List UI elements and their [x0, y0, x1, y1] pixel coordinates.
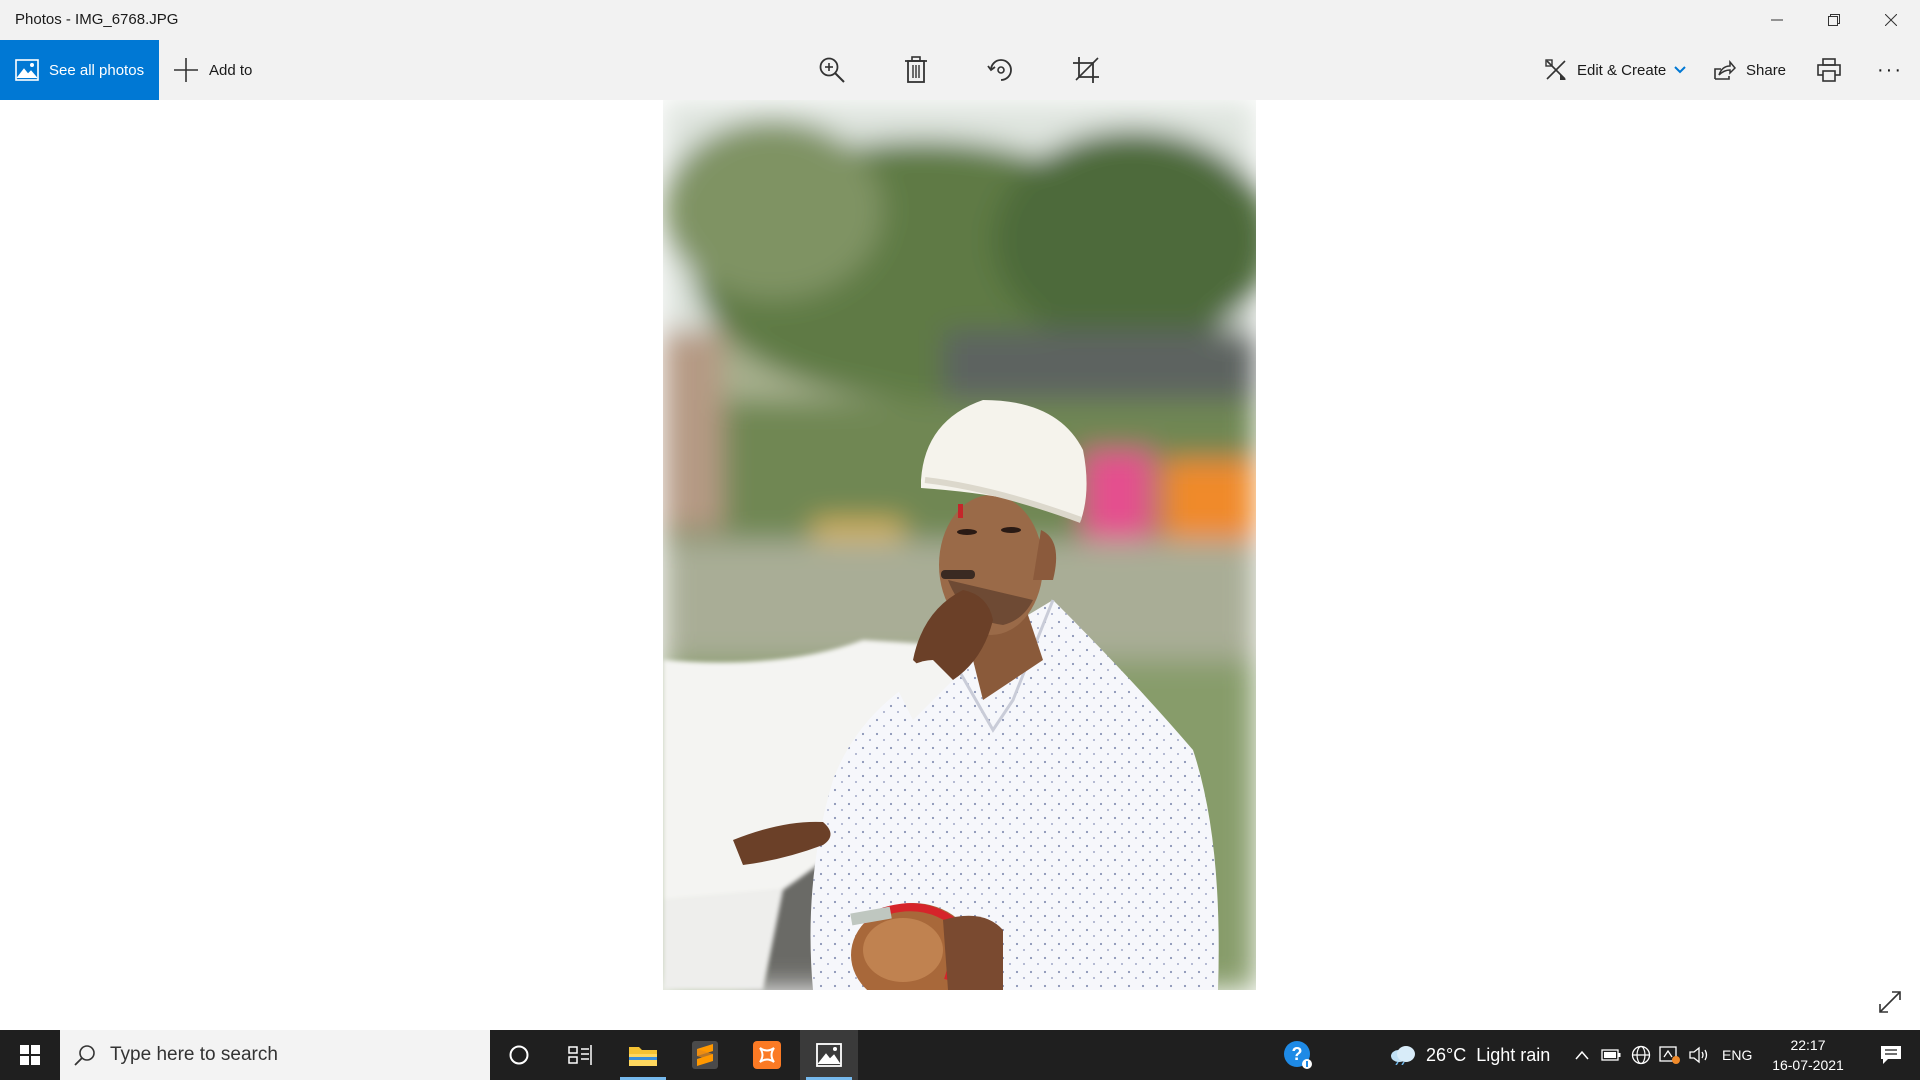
file-explorer-button[interactable]: [614, 1030, 672, 1080]
photos-icon: [15, 59, 39, 81]
restore-button[interactable]: [1805, 0, 1863, 40]
weather-text: 26°C Light rain: [1426, 1044, 1551, 1065]
start-button[interactable]: [0, 1030, 60, 1080]
print-icon: [1817, 58, 1841, 82]
rotate-button[interactable]: [979, 50, 1023, 90]
edit-create-button[interactable]: Edit & Create: [1545, 40, 1686, 100]
action-center-button[interactable]: [1862, 1030, 1920, 1080]
print-button[interactable]: [1807, 50, 1851, 90]
restore-icon: [1828, 14, 1840, 26]
photos-app-icon: [816, 1043, 842, 1067]
task-view-icon: [568, 1045, 592, 1065]
title-bar: Photos - IMG_6768.JPG: [0, 0, 1920, 40]
close-button[interactable]: [1862, 0, 1920, 40]
help-icon: ?: [1284, 1041, 1312, 1069]
weather-widget[interactable]: 26°C Light rain: [1390, 1030, 1550, 1080]
edit-create-label: Edit & Create: [1577, 61, 1667, 79]
tray-app-button[interactable]: [1657, 1030, 1683, 1080]
volume-button[interactable]: [1687, 1030, 1713, 1080]
delete-icon: [905, 56, 927, 83]
battery-button[interactable]: [1598, 1030, 1624, 1080]
share-icon: [1714, 60, 1736, 80]
see-all-photos-label: See all photos: [49, 61, 145, 79]
crop-button[interactable]: [1064, 50, 1108, 90]
search-icon: [74, 1045, 95, 1066]
photo-view[interactable]: [663, 100, 1256, 990]
xampp-button[interactable]: [738, 1030, 796, 1080]
delete-button[interactable]: [894, 50, 938, 90]
cortana-icon: [509, 1045, 529, 1065]
rain-cloud-icon: [1391, 1046, 1415, 1065]
search-box[interactable]: Type here to search: [60, 1030, 490, 1080]
cortana-button[interactable]: [490, 1030, 548, 1080]
expand-icon: [1879, 991, 1901, 1013]
chevron-down-icon: [1674, 66, 1686, 74]
get-help-button[interactable]: ?: [1275, 1030, 1321, 1080]
show-hidden-icons-button[interactable]: [1569, 1030, 1595, 1080]
clock-time: 22:17: [1790, 1037, 1826, 1053]
network-button[interactable]: [1628, 1030, 1654, 1080]
crop-icon: [1073, 57, 1099, 83]
add-to-button[interactable]: Add to: [173, 40, 252, 100]
add-to-label: Add to: [209, 61, 253, 79]
window-title: Photos - IMG_6768.JPG: [15, 11, 179, 28]
see-all-photos-button[interactable]: See all photos: [0, 40, 159, 100]
xampp-icon: [753, 1041, 781, 1069]
close-icon: [1885, 14, 1897, 26]
minimize-icon: [1771, 19, 1783, 21]
toolbar: See all photos Add to Edit & Create Shar…: [0, 40, 1920, 100]
task-view-button[interactable]: [551, 1030, 609, 1080]
edit-create-icon: [1545, 59, 1566, 80]
share-button[interactable]: Share: [1714, 40, 1786, 100]
photos-app-button[interactable]: [800, 1030, 858, 1080]
volume-icon: [1689, 1046, 1708, 1064]
search-placeholder: Type here to search: [110, 1044, 278, 1065]
clock-date: 16-07-2021: [1772, 1057, 1844, 1073]
zoom-button[interactable]: [810, 50, 854, 90]
zoom-in-icon: [819, 57, 845, 83]
svg-text:?: ?: [1292, 1044, 1303, 1064]
photo-image: [663, 100, 1256, 990]
chevron-up-icon: [1575, 1050, 1589, 1060]
notification-icon: [1881, 1046, 1901, 1064]
rotate-icon: [987, 59, 1012, 81]
share-label: Share: [1746, 61, 1787, 79]
globe-icon: [1631, 1045, 1651, 1065]
taskbar: Type here to search ? 26°C Light rain EN…: [0, 1030, 1920, 1080]
sublime-text-icon: [692, 1041, 718, 1069]
plus-icon: [174, 58, 198, 82]
tray-app-icon: [1659, 1046, 1680, 1064]
input-language-indicator[interactable]: ENG: [1722, 1030, 1752, 1080]
windows-logo-icon: [20, 1045, 40, 1065]
clock[interactable]: 22:17 16-07-2021: [1768, 1035, 1848, 1075]
more-options-button[interactable]: ···: [1868, 50, 1912, 90]
folder-icon: [629, 1047, 657, 1066]
minimize-button[interactable]: [1748, 0, 1806, 40]
sublime-text-button[interactable]: [676, 1030, 734, 1080]
battery-icon: [1601, 1049, 1621, 1061]
fullscreen-button[interactable]: [1872, 984, 1908, 1020]
